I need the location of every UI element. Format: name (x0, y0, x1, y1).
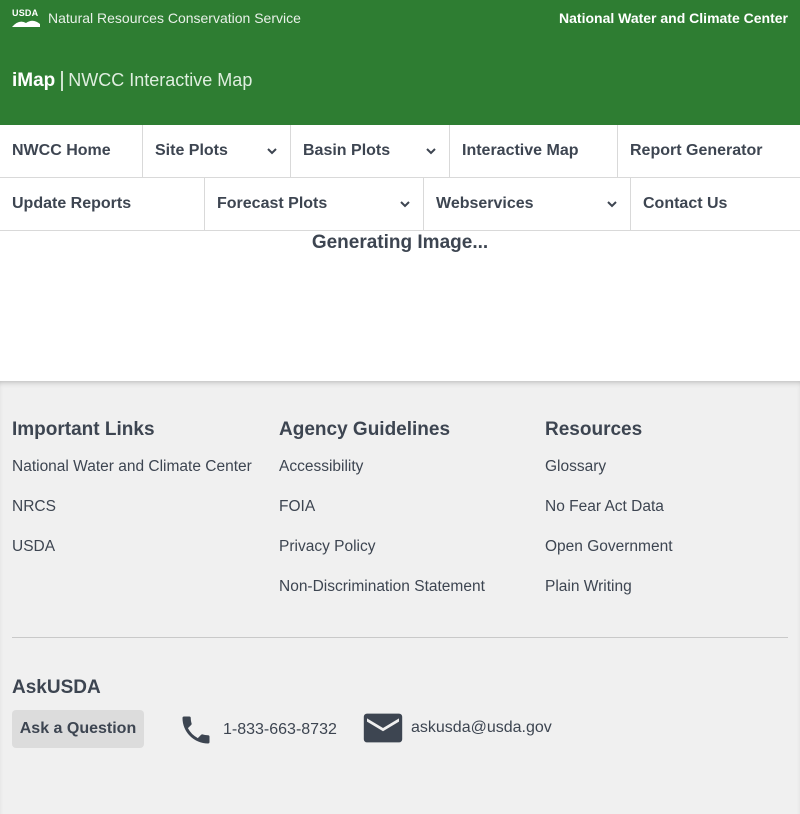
phone-number: 1-833-663-8732 (223, 721, 337, 738)
usda-logo[interactable]: USDA (12, 8, 42, 28)
important-links-heading: Important Links (12, 419, 155, 440)
askusda-email[interactable]: askusda@usda.gov (363, 712, 552, 744)
agency-guidelines-heading: Agency Guidelines (279, 419, 451, 440)
main-navigation: NWCC Home Site Plots Basin Plots Interac… (0, 125, 800, 231)
chevron-down-icon (400, 201, 410, 208)
footer-link-nrcs[interactable]: NRCS (12, 493, 252, 521)
footer-link-plain-writing[interactable]: Plain Writing (545, 573, 785, 601)
agency-name[interactable]: Natural Resources Conservation Service (48, 10, 301, 26)
nav-label: Update Reports (12, 195, 132, 212)
nav-report-generator[interactable]: Report Generator (618, 125, 800, 177)
site-footer: Important Links National Water and Clima… (0, 381, 800, 814)
askusda-phone[interactable]: 1-833-663-8732 (177, 712, 337, 748)
nav-webservices[interactable]: Webservices (424, 178, 631, 230)
footer-link-usda[interactable]: USDA (12, 533, 252, 561)
footer-divider (12, 637, 788, 638)
footer-link-nwcc[interactable]: National Water and Climate Center (12, 453, 252, 481)
nav-update-reports[interactable]: Update Reports (0, 178, 205, 230)
ask-a-question-button[interactable]: Ask a Question (12, 710, 144, 748)
footer-link-no-fear-act[interactable]: No Fear Act Data (545, 493, 785, 521)
chevron-down-icon (607, 201, 617, 208)
mail-icon (363, 713, 403, 743)
footer-link-non-discrimination[interactable]: Non-Discrimination Statement (279, 573, 529, 601)
agency-bar: USDA Natural Resources Conservation Serv… (0, 0, 800, 36)
loading-status: Generating Image... (311, 232, 489, 253)
usda-logo-landscape-icon (12, 20, 40, 27)
footer-link-glossary[interactable]: Glossary (545, 453, 785, 481)
nav-label: Report Generator (630, 142, 763, 159)
footer-link-accessibility[interactable]: Accessibility (279, 453, 529, 481)
nav-forecast-plots[interactable]: Forecast Plots (205, 178, 424, 230)
nav-site-plots[interactable]: Site Plots (143, 125, 291, 177)
nav-nwcc-home[interactable]: NWCC Home (0, 125, 143, 177)
footer-link-privacy-policy[interactable]: Privacy Policy (279, 533, 529, 561)
chevron-down-icon (267, 148, 277, 155)
usda-logo-text: USDA (12, 8, 39, 18)
site-brand[interactable]: iMap (12, 70, 55, 92)
askusda-heading: AskUSDA (12, 677, 101, 698)
resources-section: Resources Glossary No Fear Act Data Open… (545, 419, 785, 613)
site-subtitle: NWCC Interactive Map (68, 70, 253, 90)
email-address: askusda@usda.gov (411, 719, 552, 736)
nav-contact-us[interactable]: Contact Us (631, 178, 800, 230)
footer-link-open-government[interactable]: Open Government (545, 533, 785, 561)
nav-label: Interactive Map (462, 142, 579, 159)
nav-label: Forecast Plots (217, 195, 328, 212)
important-links-section: Important Links National Water and Clima… (12, 419, 252, 573)
nav-row-2: Update Reports Forecast Plots Webservice… (0, 178, 800, 231)
chevron-down-icon (426, 148, 436, 155)
nav-label: Contact Us (643, 195, 728, 212)
title-separator (61, 70, 64, 91)
phone-icon (182, 716, 210, 744)
resources-heading: Resources (545, 419, 643, 440)
site-header: iMap NWCC Interactive Map (0, 36, 800, 125)
nav-label: Webservices (436, 195, 534, 212)
nav-label: NWCC Home (12, 142, 111, 159)
agency-guidelines-section: Agency Guidelines Accessibility FOIA Pri… (279, 419, 529, 613)
nav-basin-plots[interactable]: Basin Plots (291, 125, 450, 177)
nav-interactive-map[interactable]: Interactive Map (450, 125, 618, 177)
center-name[interactable]: National Water and Climate Center (559, 10, 788, 26)
nav-row-1: NWCC Home Site Plots Basin Plots Interac… (0, 125, 800, 178)
nav-label: Basin Plots (303, 142, 391, 159)
footer-link-foia[interactable]: FOIA (279, 493, 529, 521)
nav-label: Site Plots (155, 142, 228, 159)
